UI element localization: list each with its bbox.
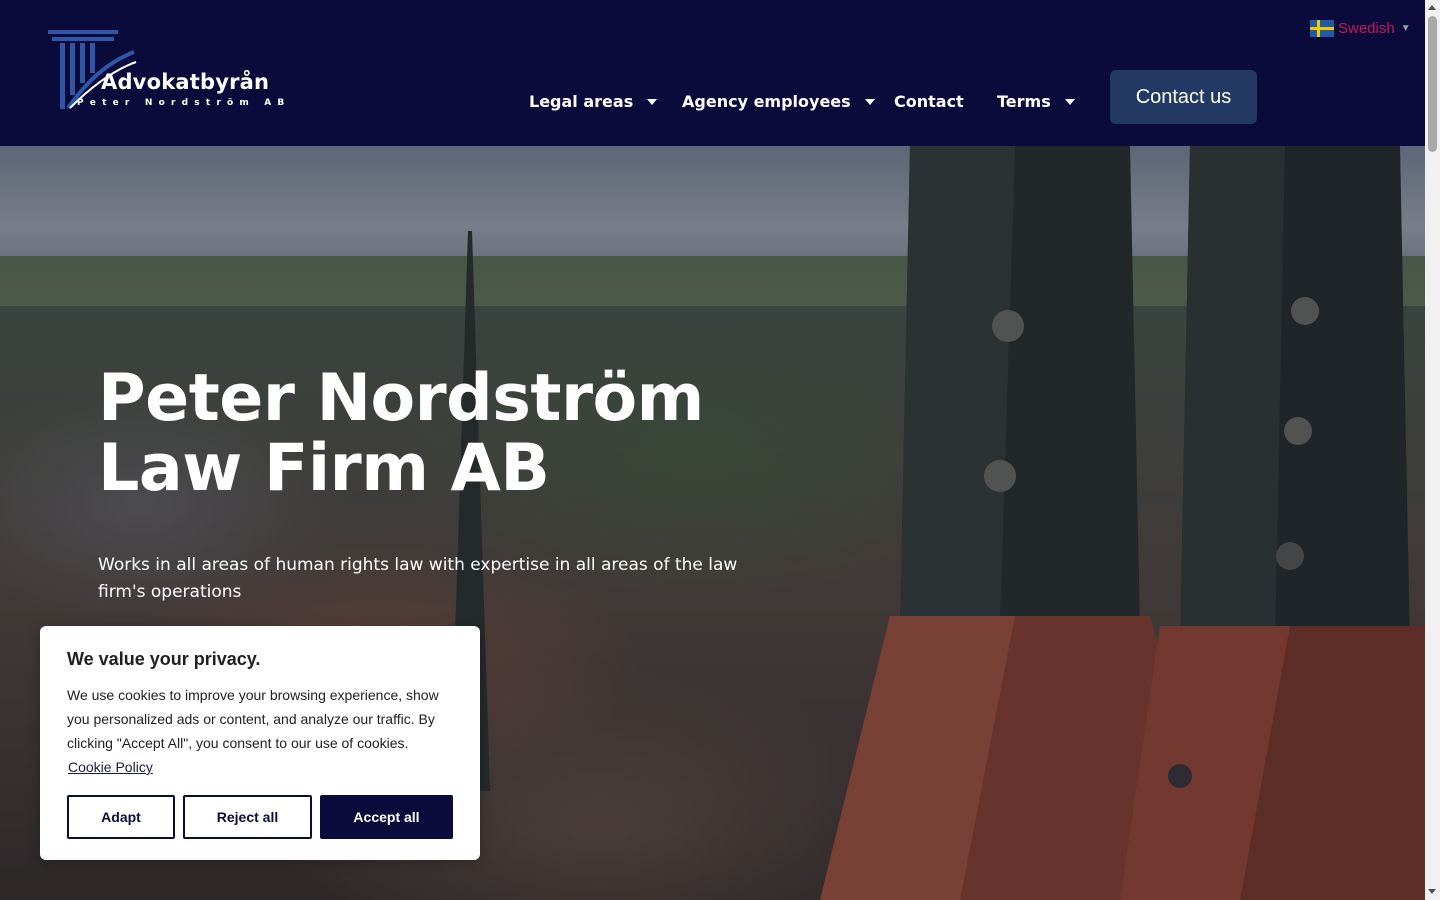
sweden-flag-icon <box>1310 19 1334 37</box>
cookie-description: We use cookies to improve your browsing … <box>67 687 439 751</box>
language-label: Swedish <box>1338 19 1395 37</box>
hero-subtitle: Works in all areas of human rights law w… <box>98 555 738 602</box>
hero-title: Peter Nordström Law Firm AB <box>98 364 738 504</box>
site-logo[interactable]: Advokatbyrån Peter Nordström AB <box>48 30 284 112</box>
caret-down-icon <box>864 98 875 105</box>
nav-item-label: Contact <box>894 92 964 111</box>
cookie-consent-dialog: We value your privacy. We use cookies to… <box>40 626 480 860</box>
reject-all-button[interactable]: Reject all <box>183 795 312 839</box>
contact-us-button[interactable]: Contact us <box>1110 70 1257 124</box>
scroll-up-arrow-icon[interactable] <box>1428 5 1436 10</box>
logo-tagline: Peter Nordström AB <box>77 98 291 108</box>
accept-all-button[interactable]: Accept all <box>320 795 453 839</box>
nav-item-label: Legal areas <box>529 92 634 111</box>
scroll-down-arrow-icon[interactable] <box>1428 889 1436 894</box>
caret-down-icon <box>647 98 658 105</box>
adapt-button[interactable]: Adapt <box>67 795 175 839</box>
language-selector[interactable]: Swedish ▼ <box>1310 18 1411 38</box>
logo-title: Advokatbyrån <box>101 70 270 94</box>
scrollbar-thumb[interactable] <box>1428 16 1437 152</box>
nav-item-label: Terms <box>997 92 1051 111</box>
nav-item-label: Agency employees <box>682 92 851 111</box>
caret-down-icon <box>1064 98 1075 105</box>
nav-item-agency-employees[interactable]: Agency employees <box>682 92 875 111</box>
dropdown-arrow-icon: ▼ <box>1400 22 1411 34</box>
site-header: Advokatbyrån Peter Nordström AB Legal ar… <box>0 0 1425 146</box>
cookie-title: We value your privacy. <box>67 649 261 669</box>
page-scrollbar[interactable] <box>1425 0 1440 900</box>
hero-title-line-2: Law Firm AB <box>98 431 550 506</box>
nav-item-terms[interactable]: Terms <box>997 92 1075 111</box>
cookie-policy-link[interactable]: Cookie Policy <box>68 755 153 779</box>
nav-item-contact[interactable]: Contact <box>894 92 964 111</box>
nav-item-legal-areas[interactable]: Legal areas <box>529 92 658 111</box>
hero-title-line-1: Peter Nordström <box>98 361 704 436</box>
